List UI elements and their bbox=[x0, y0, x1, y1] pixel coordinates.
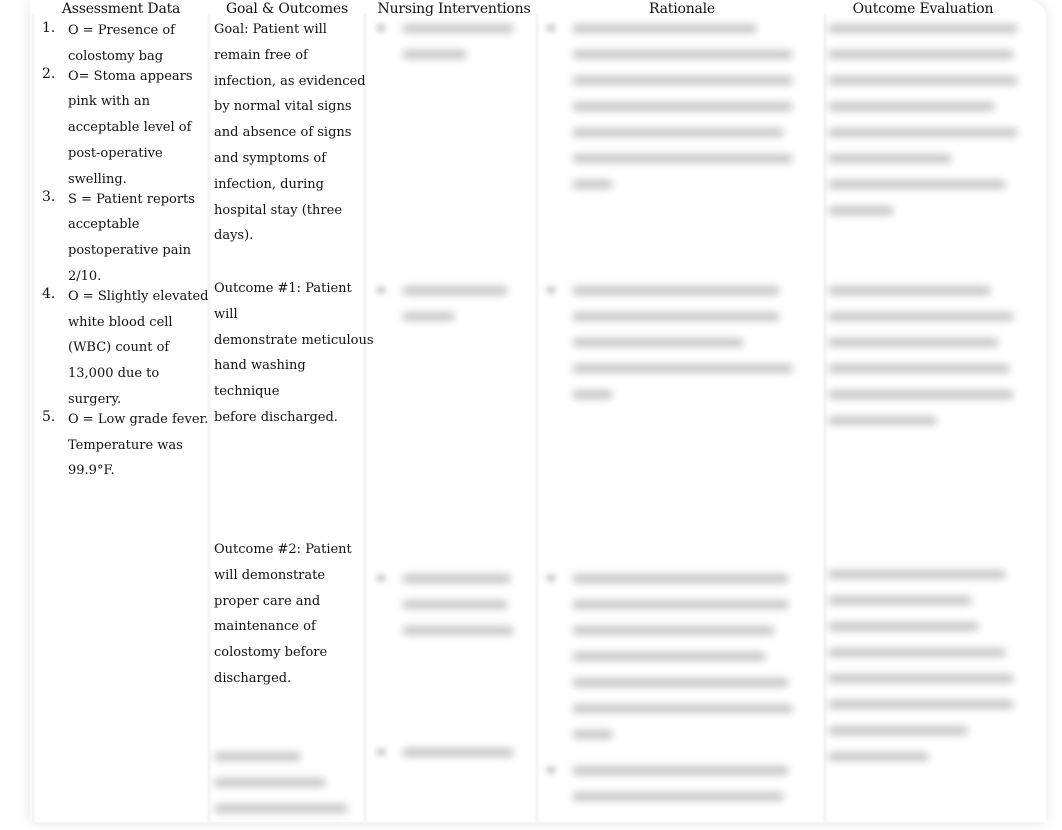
goal-line: and absence of signs bbox=[214, 125, 352, 141]
assessment-item: 3. S = Patient reports acceptable postopera… bbox=[42, 187, 230, 290]
goal-statement: Goal: Patient will remain free of infectio… bbox=[214, 17, 374, 249]
goal-line: maintenance of bbox=[214, 619, 316, 635]
header-nursing-interventions: Nursing Interventions bbox=[377, 1, 531, 17]
obscured-rationale-3 bbox=[572, 574, 798, 756]
assessment-line: white blood cell bbox=[68, 314, 173, 330]
assessment-line: 13,000 due to bbox=[68, 366, 160, 382]
goal-line: will demonstrate bbox=[214, 567, 326, 583]
assessment-item: 5. O = Low grade fever. Temperature was 99.… bbox=[42, 407, 230, 484]
obscured-evaluation-3 bbox=[828, 570, 1022, 778]
obscured-number bbox=[376, 574, 386, 582]
obscured-rationale-4 bbox=[572, 766, 798, 818]
goal-line: hand washing technique bbox=[214, 358, 306, 400]
obscured-intervention-2 bbox=[402, 286, 520, 338]
obscured-intervention-4 bbox=[402, 748, 520, 774]
goal-line: demonstrate meticulous bbox=[214, 332, 374, 348]
column-divider bbox=[30, 14, 36, 822]
obscured-number bbox=[546, 286, 556, 294]
assessment-line: 99.9°F. bbox=[68, 463, 115, 479]
assessment-line: O = Slightly elevated bbox=[68, 288, 209, 304]
assessment-line: O = Presence of bbox=[68, 23, 175, 38]
assessment-line: pink with an bbox=[68, 94, 150, 110]
goal-line: discharged. bbox=[214, 670, 292, 686]
goal-line: by normal vital signs bbox=[214, 99, 352, 115]
obscured-evaluation-1 bbox=[828, 24, 1022, 232]
assessment-data-list: 1. O = Presence of colostomy bag 2. O= Stoma… bbox=[38, 18, 230, 478]
assessment-line: Temperature was bbox=[68, 437, 183, 453]
assessment-line: postoperative pain bbox=[68, 243, 192, 259]
obscured-intervention-1 bbox=[402, 24, 520, 76]
column-divider bbox=[534, 14, 540, 822]
assessment-line: O= Stoma appears bbox=[68, 68, 193, 84]
goal-line: and symptoms of bbox=[214, 150, 327, 166]
assessment-line: S = Patient reports bbox=[68, 191, 195, 207]
obscured-number bbox=[376, 748, 386, 756]
goal-line: Outcome #1: Patient will bbox=[214, 281, 352, 322]
obscured-intervention-3 bbox=[402, 574, 520, 652]
header-outcome-evaluation: Outcome Evaluation bbox=[852, 1, 994, 17]
goal-line: before discharged. bbox=[214, 409, 338, 425]
assessment-item: 4. O = Slightly elevated white blood cell (… bbox=[42, 284, 230, 413]
obscured-rationale-2 bbox=[572, 286, 798, 416]
goal-line: Goal: Patient will bbox=[214, 22, 327, 37]
list-number: 4. bbox=[42, 285, 56, 302]
outcome-1-statement: Outcome #1: Patient will demonstrate meti… bbox=[214, 276, 374, 431]
header-rationale: Rationale bbox=[648, 1, 716, 17]
obscured-evaluation-2 bbox=[828, 286, 1022, 442]
assessment-line: acceptable bbox=[68, 217, 140, 233]
list-number: 3. bbox=[42, 188, 56, 205]
header-assessment-data: Assessment Data bbox=[61, 1, 181, 17]
obscured-number bbox=[546, 766, 556, 774]
obscured-number bbox=[376, 24, 386, 32]
goal-line: remain free of bbox=[214, 47, 308, 63]
obscured-number bbox=[376, 286, 386, 294]
assessment-line: post-operative bbox=[68, 145, 163, 161]
list-number: 2. bbox=[42, 65, 56, 82]
goal-line: proper care and bbox=[214, 593, 321, 609]
outcome-2-statement: Outcome #2: Patient will demonstrate prope… bbox=[214, 537, 374, 692]
goal-line: Outcome #2: Patient bbox=[214, 542, 352, 557]
goal-line: days). bbox=[214, 228, 254, 244]
goal-line: colostomy before bbox=[214, 645, 328, 661]
goal-line: infection, during bbox=[214, 176, 324, 192]
assessment-line: (WBC) count of bbox=[68, 340, 170, 356]
list-number: 1. bbox=[42, 20, 56, 36]
list-number: 5. bbox=[42, 408, 56, 425]
goal-line: infection, as evidenced bbox=[214, 73, 366, 89]
assessment-item: 2. O= Stoma appears pink with an acceptable… bbox=[42, 64, 230, 193]
assessment-item: 1. O = Presence of colostomy bag bbox=[42, 18, 230, 70]
obscured-rationale-1 bbox=[572, 24, 798, 206]
goal-line: hospital stay (three bbox=[214, 202, 343, 218]
assessment-line: acceptable level of bbox=[68, 120, 192, 136]
obscured-number bbox=[546, 24, 556, 32]
obscured-outcome-3 bbox=[214, 752, 354, 830]
assessment-line: O = Low grade fever. bbox=[68, 411, 209, 427]
obscured-number bbox=[546, 574, 556, 582]
header-goal-outcomes: Goal & Outcomes bbox=[226, 1, 348, 17]
